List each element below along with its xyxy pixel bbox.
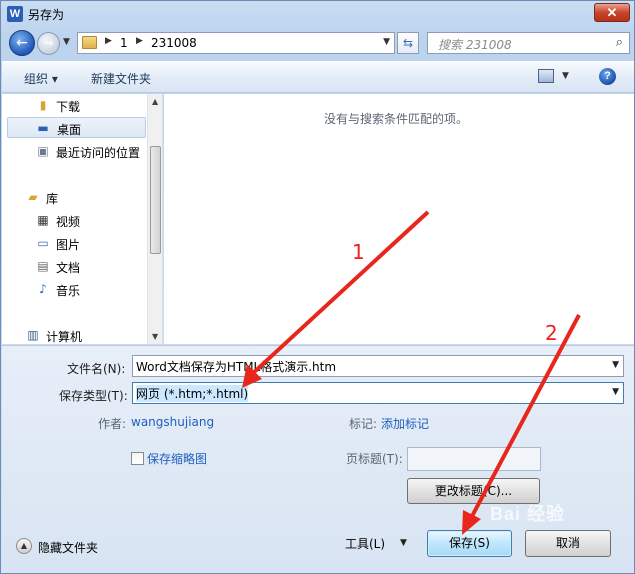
chevron-up-icon: ▲ (16, 538, 32, 554)
nav-item-label: 库 (46, 192, 59, 206)
organize-button[interactable]: 组织 ▾ (24, 70, 58, 87)
nav-item-downloads[interactable]: ▮ 下载 (2, 95, 146, 116)
change-title-button[interactable]: 更改标题(C)... (407, 478, 540, 504)
nav-item-label: 计算机 (46, 330, 83, 344)
nav-item-desktop[interactable]: ▬ 桌面 (7, 117, 146, 138)
nav-item-libraries[interactable]: ▰ 库 (2, 187, 146, 208)
filename-dropdown-icon[interactable]: ▼ (612, 360, 619, 370)
nav-item-label: 图片 (56, 238, 81, 252)
nav-item-music[interactable]: ♪ 音乐 (2, 279, 146, 300)
empty-results-message: 没有与搜索条件匹配的项。 (324, 112, 469, 126)
nav-item-recent[interactable]: ▣ 最近访问的位置 (2, 141, 146, 162)
nav-item-label: 下载 (56, 100, 81, 114)
filename-value: Word文档保存为HTML格式演示.htm (136, 360, 337, 374)
page-title-field[interactable] (407, 447, 541, 471)
cancel-button[interactable]: 取消 (525, 530, 611, 557)
search-placeholder: 搜索 231008 (438, 38, 512, 52)
nav-item-label: 音乐 (56, 284, 81, 298)
filetype-value: 网页 (*.htm;*.html) (136, 385, 249, 402)
computer-icon: ▥ (27, 328, 39, 342)
nav-item-label: 文档 (56, 261, 81, 275)
save-button[interactable]: 保存(S) (427, 530, 512, 557)
desktop-icon: ▬ (37, 121, 49, 135)
breadcrumb-chevron-icon[interactable]: ▶ (105, 36, 112, 46)
refresh-button[interactable]: ⇆ (397, 32, 419, 54)
file-list[interactable]: 没有与搜索条件匹配的项。 (164, 94, 634, 344)
documents-icon: ▤ (37, 259, 49, 273)
breadcrumb-segment[interactable]: 231008 (151, 36, 197, 50)
navigation-pane: ▮ 下载 ▬ 桌面 ▣ 最近访问的位置 ▰ 库 ▦ 视频 ▭ 图片 ▤ 文档 ♪ (2, 94, 163, 344)
videos-icon: ▦ (37, 213, 49, 227)
close-button[interactable]: ✕ (594, 3, 630, 22)
save-thumbnail-label[interactable]: 保存缩略图 (147, 450, 207, 467)
nav-item-label: 桌面 (57, 123, 82, 137)
tools-dropdown-icon[interactable]: ▼ (400, 538, 407, 548)
arrow-left-icon: ← (16, 35, 28, 51)
help-icon[interactable]: ? (599, 68, 616, 85)
scroll-down-icon[interactable]: ▼ (152, 332, 158, 341)
refresh-icon: ⇆ (402, 36, 414, 50)
filename-label: 文件名(N): (67, 362, 126, 376)
nav-item-pictures[interactable]: ▭ 图片 (2, 233, 146, 254)
folder-icon (82, 36, 97, 49)
nav-item-videos[interactable]: ▦ 视频 (2, 210, 146, 231)
scrollbar-thumb[interactable] (150, 146, 161, 254)
save-as-dialog: W 另存为 ✕ ← → ▼ ▶ 1 ▶ 231008 ▼ ⇆ 搜索 231008… (0, 0, 635, 574)
view-options-dropdown-icon[interactable]: ▼ (562, 71, 569, 81)
forward-button[interactable]: → (37, 32, 60, 55)
scroll-up-icon[interactable]: ▲ (152, 97, 158, 106)
breadcrumb-segment[interactable]: 1 (120, 36, 128, 50)
page-title-label: 页标题(T): (346, 452, 403, 466)
address-dropdown-icon[interactable]: ▼ (383, 37, 390, 47)
word-app-icon: W (7, 6, 23, 22)
breadcrumb-chevron-icon[interactable]: ▶ (136, 36, 143, 46)
title-bar: W 另存为 ✕ (1, 1, 635, 27)
back-button[interactable]: ← (9, 30, 35, 56)
nav-item-computer[interactable]: ▥ 计算机 (2, 325, 146, 344)
music-icon: ♪ (39, 282, 47, 296)
nav-item-label: 视频 (56, 215, 81, 229)
author-label: 作者: (98, 417, 127, 431)
save-thumbnail-checkbox[interactable] (131, 452, 144, 465)
nav-item-label: 最近访问的位置 (56, 146, 141, 160)
filetype-label: 保存类型(T): (59, 389, 128, 403)
author-value[interactable]: wangshujiang (131, 415, 214, 429)
tags-label: 标记: (349, 417, 378, 431)
tools-menu-button[interactable]: 工具(L) (345, 535, 385, 552)
pictures-icon: ▭ (37, 236, 49, 250)
search-input[interactable]: 搜索 231008 ⌕ (427, 32, 630, 54)
change-view-icon[interactable] (538, 69, 554, 83)
recent-places-icon: ▣ (37, 144, 49, 158)
library-icon: ▰ (28, 190, 38, 204)
nav-item-documents[interactable]: ▤ 文档 (2, 256, 146, 277)
new-folder-button[interactable]: 新建文件夹 (91, 70, 151, 87)
window-title: 另存为 (28, 8, 65, 22)
add-tags-link[interactable]: 添加标记 (381, 415, 429, 432)
filetype-dropdown-icon[interactable]: ▼ (612, 387, 619, 397)
hide-folders-label: 隐藏文件夹 (38, 541, 99, 555)
filename-field[interactable]: Word文档保存为HTML格式演示.htm ▼ (132, 355, 624, 377)
address-row: ← → ▼ ▶ 1 ▶ 231008 ▼ ⇆ 搜索 231008 ⌕ (1, 29, 635, 57)
save-options-panel: 文件名(N): Word文档保存为HTML格式演示.htm ▼ 保存类型(T):… (2, 345, 634, 573)
arrow-right-icon: → (43, 36, 54, 50)
address-bar[interactable]: ▶ 1 ▶ 231008 ▼ (77, 32, 395, 54)
filetype-select[interactable]: 网页 (*.htm;*.html) ▼ (132, 382, 624, 404)
recent-locations-dropdown[interactable]: ▼ (63, 37, 70, 47)
search-icon[interactable]: ⌕ (616, 35, 623, 50)
download-folder-icon: ▮ (39, 98, 47, 112)
nav-scrollbar[interactable]: ▲ ▼ (147, 94, 162, 344)
command-toolbar: 组织 ▾ 新建文件夹 ▼ ? (2, 61, 634, 93)
